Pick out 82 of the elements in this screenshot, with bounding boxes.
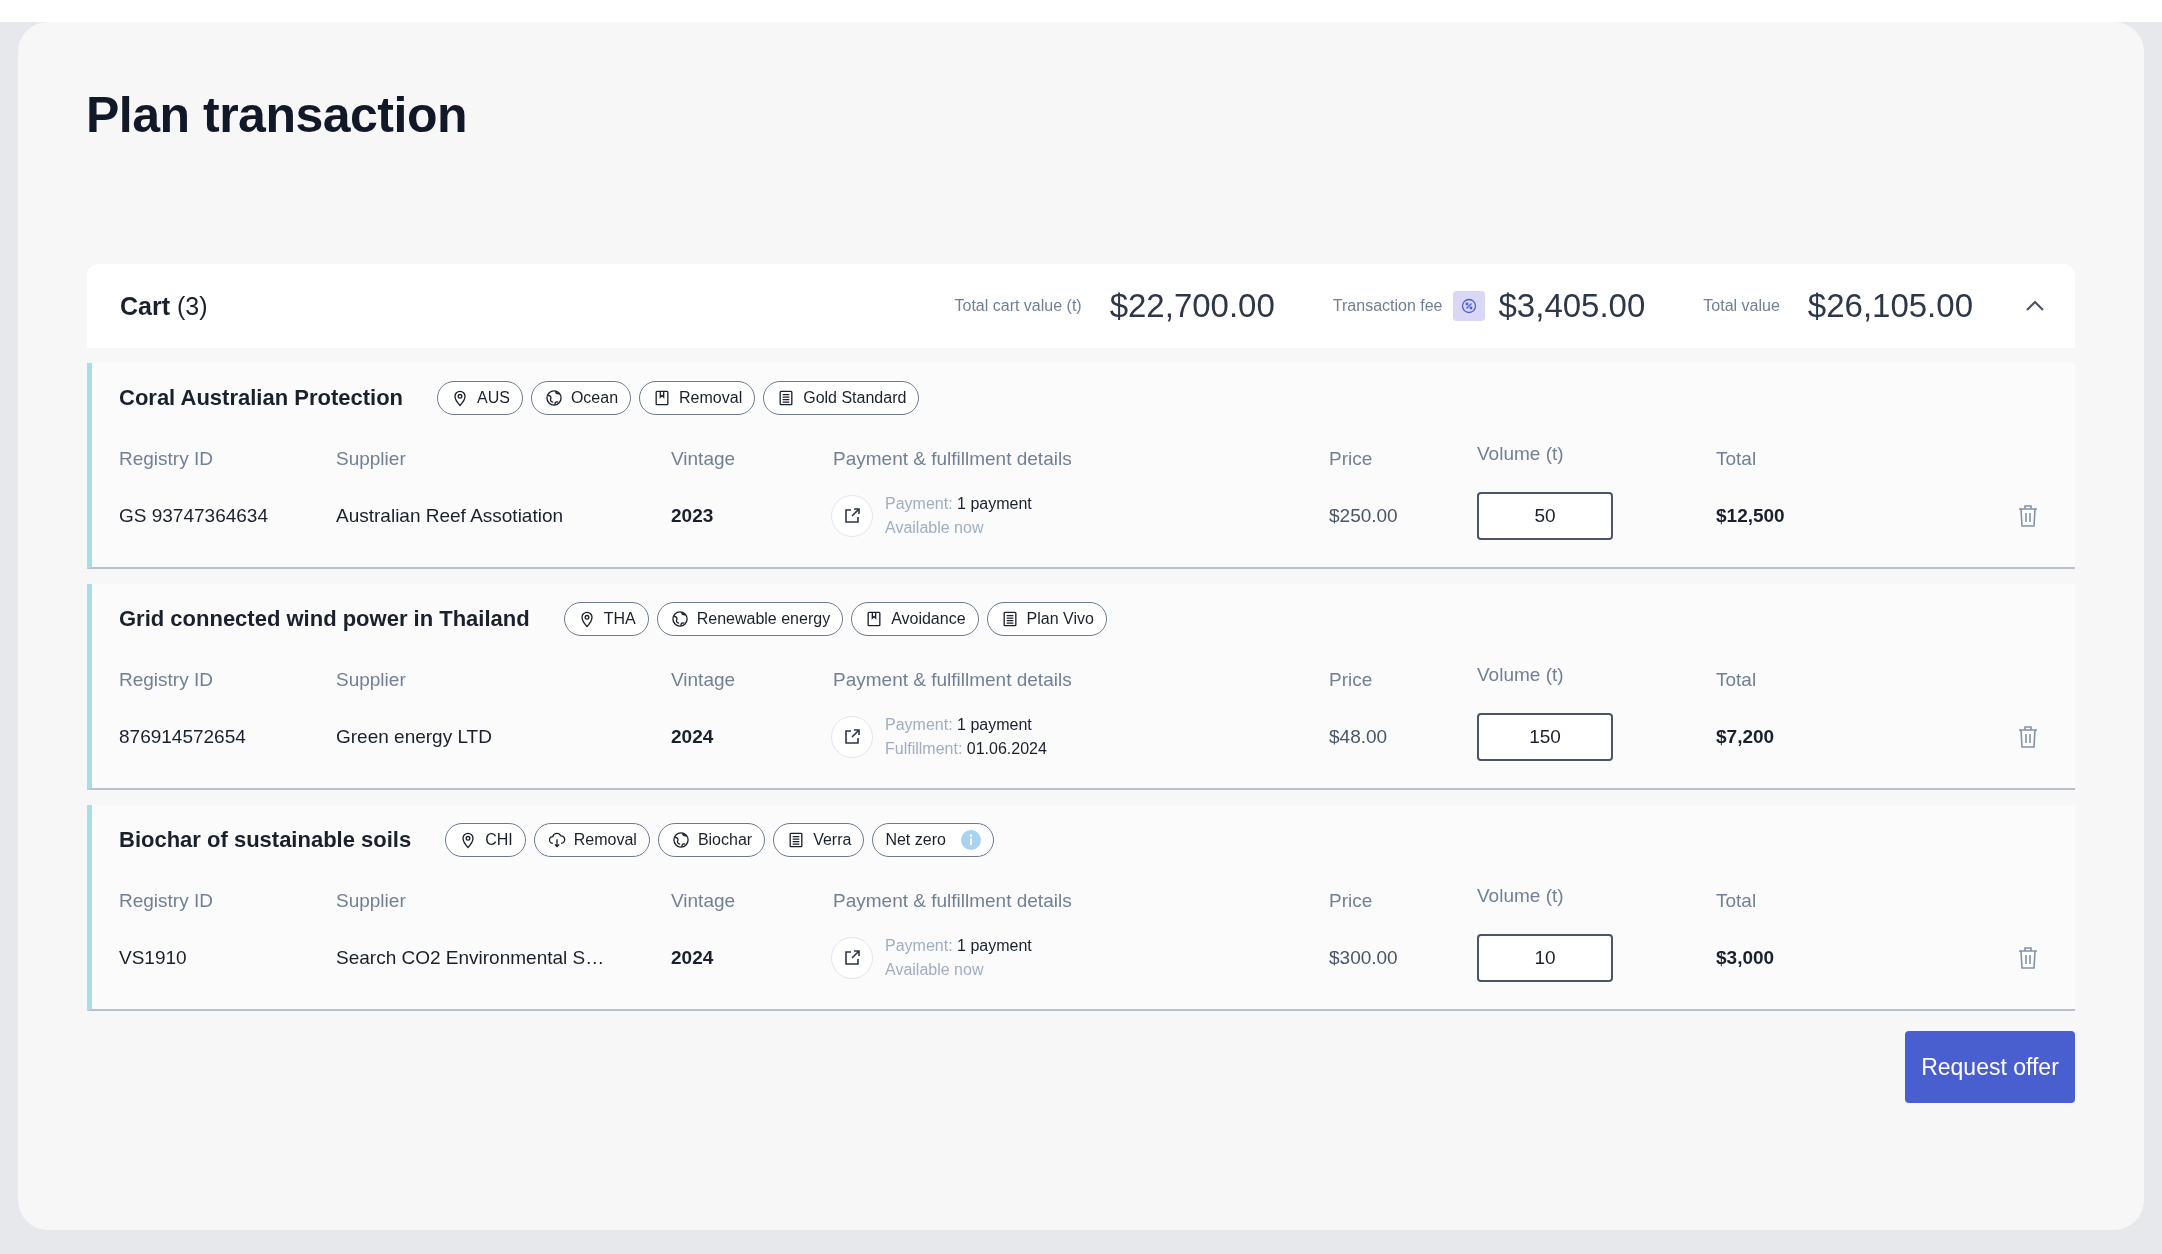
column-header: Total — [1716, 890, 1758, 912]
project-name: Coral Australian Protection — [119, 385, 403, 411]
volume-input[interactable]: 10 — [1477, 934, 1613, 982]
tag: Renewable energy — [656, 602, 844, 636]
price: $250.00 — [1329, 505, 1399, 527]
price: $300.00 — [1329, 947, 1399, 969]
globe-icon — [543, 388, 564, 408]
tag: AUS — [437, 381, 523, 415]
column-header: Price — [1329, 890, 1374, 912]
globe-icon — [670, 830, 691, 850]
project-name: Grid connected wind power in Thailand — [119, 606, 530, 632]
vintage: 2024 — [671, 947, 715, 969]
page-title: Plan transaction — [86, 86, 468, 144]
external-link-icon[interactable] — [831, 937, 873, 979]
line-total: $12,500 — [1716, 505, 1786, 527]
volume-input[interactable]: 50 — [1477, 492, 1613, 540]
tag: Ocean — [530, 381, 632, 415]
summary-value: $3,405.00 — [1498, 287, 1646, 325]
column-header: Vintage — [671, 448, 737, 470]
tag: Biochar — [657, 823, 766, 857]
tag: Removal — [639, 381, 756, 415]
registry-id: 876914572654 — [119, 726, 247, 748]
price: $48.00 — [1329, 726, 1389, 748]
column-header: Total — [1716, 669, 1758, 691]
summary-label: Total cart value (t) — [954, 297, 1082, 315]
globe-icon — [669, 609, 690, 629]
trash-icon[interactable] — [2018, 946, 2038, 970]
tag: Net zero — [872, 823, 994, 857]
tag: CHI — [445, 823, 526, 857]
detail-line: Payment: 1 payment — [885, 937, 1032, 955]
column-header: Vintage — [671, 890, 737, 912]
column-header: Registry ID — [119, 448, 214, 470]
column-header: Volume (t) — [1477, 664, 1565, 686]
column-header: Supplier — [336, 669, 407, 691]
column-header: Volume (t) — [1477, 443, 1565, 465]
vintage: 2024 — [671, 726, 715, 748]
column-header: Price — [1329, 448, 1374, 470]
column-header: Payment & fulfillment details — [833, 890, 1073, 912]
detail-line: Available now — [885, 961, 985, 979]
tag: Gold Standard — [763, 381, 920, 415]
tag: Avoidance — [851, 602, 979, 636]
chevron-up-icon[interactable] — [2025, 300, 2045, 312]
column-header: Payment & fulfillment details — [833, 448, 1073, 470]
summary-value: $22,700.00 — [1109, 287, 1275, 325]
column-header: Registry ID — [119, 669, 214, 691]
column-header: Total — [1716, 448, 1758, 470]
registry-id: VS1910 — [119, 947, 188, 969]
column-header: Volume (t) — [1477, 885, 1565, 907]
summary-value: $26,105.00 — [1807, 287, 1973, 325]
project-name: Biochar of sustainable soils — [119, 827, 412, 853]
cart-title: Cart (3) — [120, 291, 208, 321]
column-header: Payment & fulfillment details — [833, 669, 1073, 691]
tag: THA — [563, 602, 649, 636]
column-header: Price — [1329, 669, 1374, 691]
summary-label: Transaction fee — [1332, 297, 1443, 315]
external-link-icon[interactable] — [831, 495, 873, 537]
vintage: 2023 — [671, 505, 715, 527]
detail-line: Payment: 1 payment — [885, 495, 1032, 513]
trash-icon[interactable] — [2018, 725, 2038, 749]
external-link-icon[interactable] — [831, 716, 873, 758]
detail-line: Fulfillment: 01.06.2024 — [885, 740, 1047, 758]
column-header: Supplier — [336, 448, 407, 470]
column-header: Supplier — [336, 890, 407, 912]
cloud-download-icon — [546, 830, 567, 850]
detail-line: Available now — [885, 519, 985, 537]
request-offer-button[interactable]: Request offer — [1905, 1031, 2075, 1103]
registry-id: GS 93747364634 — [119, 505, 269, 527]
column-header: Registry ID — [119, 890, 214, 912]
supplier-name: Search CO2 Environmental S… — [336, 947, 606, 969]
supplier-name: Green energy LTD — [336, 726, 493, 748]
supplier-name: Australian Reef Assotiation — [336, 505, 565, 527]
summary-label: Total value — [1703, 297, 1780, 315]
tag: Removal — [533, 823, 650, 857]
percent-icon[interactable] — [1452, 291, 1485, 321]
line-total: $3,000 — [1716, 947, 1776, 969]
volume-input[interactable]: 150 — [1477, 713, 1613, 761]
tag: Plan Vivo — [986, 602, 1107, 636]
trash-icon[interactable] — [2018, 504, 2038, 528]
detail-line: Payment: 1 payment — [885, 716, 1033, 734]
tag: Verra — [773, 823, 865, 857]
column-header: Vintage — [671, 669, 737, 691]
line-total: $7,200 — [1716, 726, 1776, 748]
